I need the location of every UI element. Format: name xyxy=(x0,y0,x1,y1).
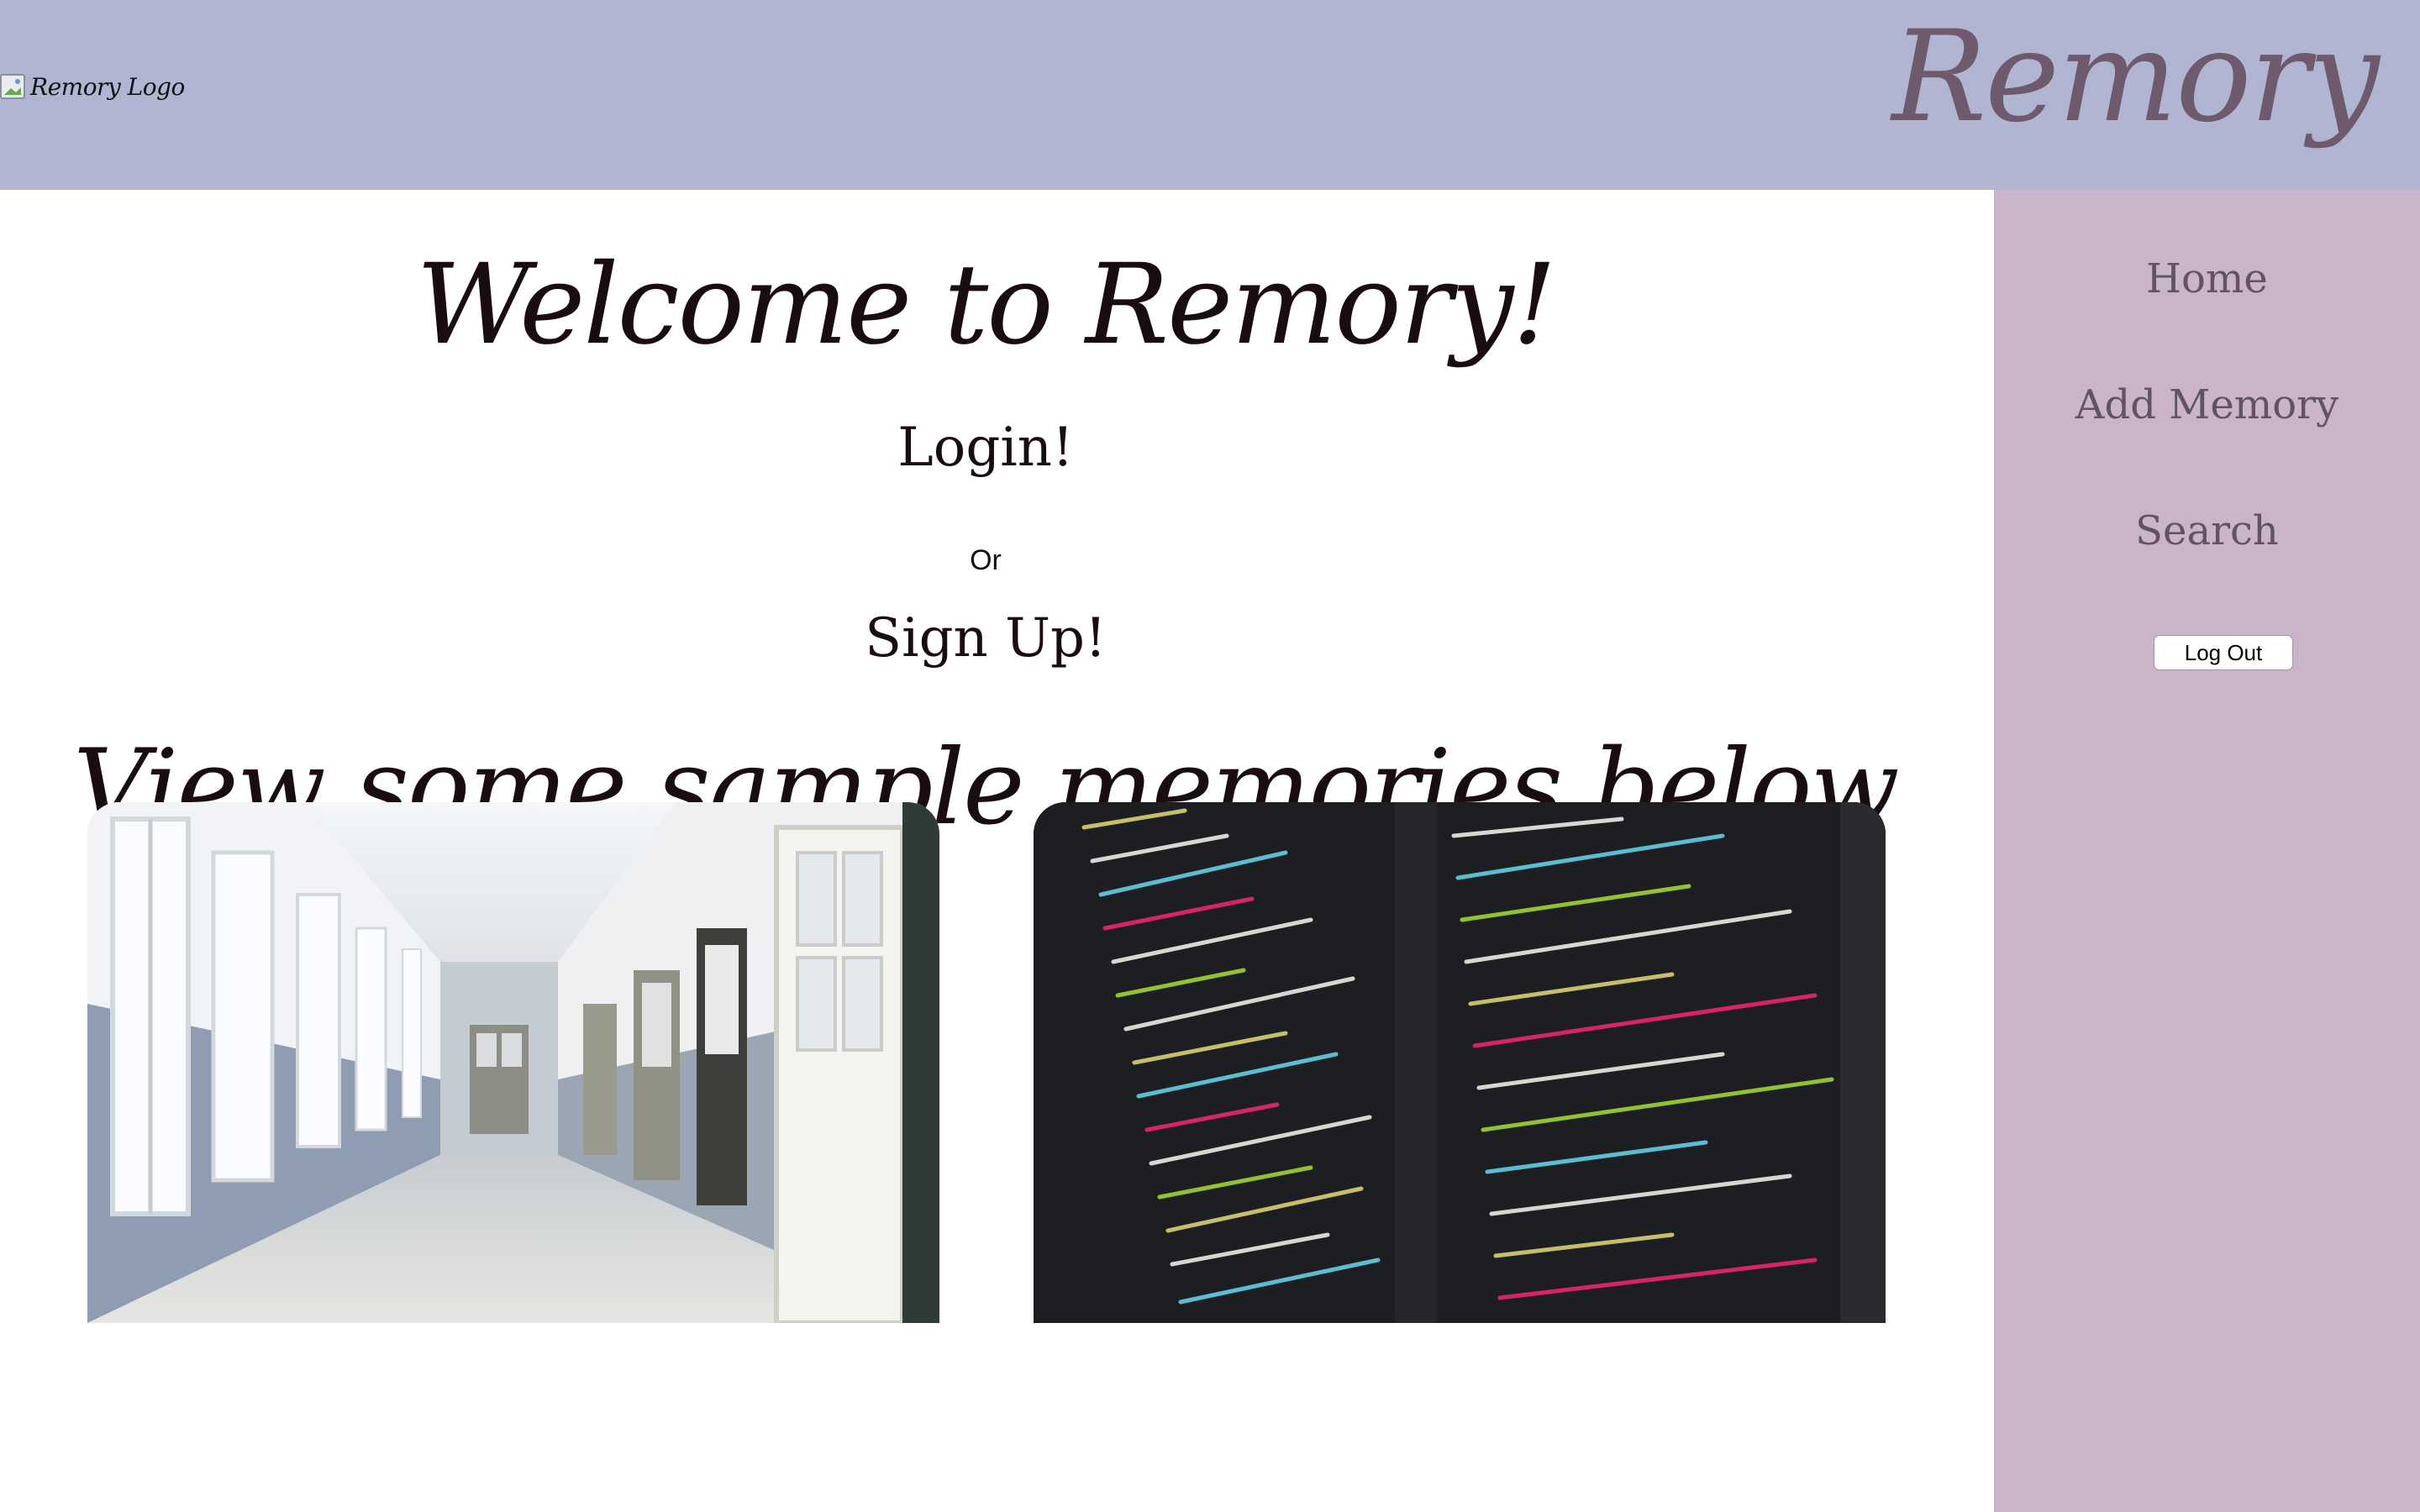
header: Remory Logo Remory xyxy=(0,0,2420,190)
code-editor-photo xyxy=(1034,802,1886,1323)
logo-alt-text: Remory Logo xyxy=(30,72,185,101)
memory-card-code[interactable] xyxy=(1034,802,1886,1323)
signup-link[interactable]: Sign Up! xyxy=(0,607,1971,669)
brand-title: Remory xyxy=(1891,4,2380,150)
nav-item-add-memory[interactable]: Add Memory xyxy=(1994,381,2420,428)
sidebar: Home Add Memory Search Log Out xyxy=(1994,190,2420,1512)
broken-image-icon xyxy=(0,74,25,99)
hallway-photo xyxy=(87,802,939,1323)
nav-item-home[interactable]: Home xyxy=(1994,255,2420,302)
or-text: Or xyxy=(970,544,1002,576)
nav-item-search[interactable]: Search xyxy=(1994,507,2420,554)
memory-card-hallway[interactable] xyxy=(87,802,939,1323)
login-link[interactable]: Login! xyxy=(0,417,1971,479)
welcome-heading: Welcome to Remory! xyxy=(416,240,1556,370)
logo-image[interactable]: Remory Logo xyxy=(0,66,185,108)
logout-button[interactable]: Log Out xyxy=(2154,635,2293,670)
